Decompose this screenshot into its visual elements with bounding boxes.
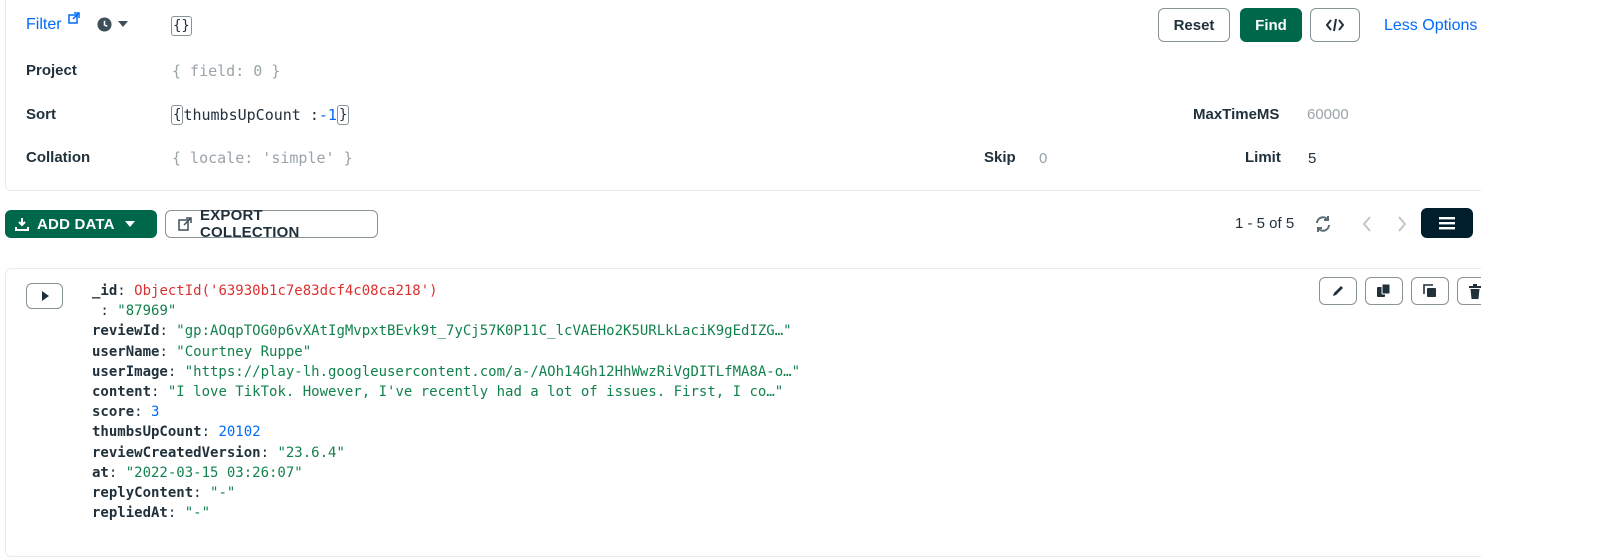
clone-icon bbox=[1423, 284, 1437, 298]
document-field: userName: "Courtney Ruppe" bbox=[92, 343, 312, 360]
refresh-icon[interactable] bbox=[1314, 215, 1332, 233]
copy-document-button[interactable] bbox=[1365, 277, 1403, 305]
maxtimems-input[interactable]: 60000 bbox=[1307, 106, 1349, 123]
export-collection-button[interactable]: EXPORT COLLECTION bbox=[165, 207, 378, 241]
query-history-button[interactable] bbox=[97, 17, 128, 32]
field-value: "-" bbox=[210, 485, 236, 502]
sort-input[interactable]: {thumbsUpCount : -1} bbox=[171, 105, 350, 125]
document-field: replyContent: "-" bbox=[92, 485, 236, 502]
project-label: Project bbox=[26, 62, 77, 79]
list-view-button[interactable] bbox=[1421, 208, 1473, 238]
field-key: content bbox=[92, 384, 152, 401]
field-value: "Courtney Ruppe" bbox=[176, 343, 312, 360]
pagination-text: 1 - 5 of 5 bbox=[1235, 215, 1295, 232]
find-button[interactable]: Find bbox=[1240, 8, 1302, 42]
limit-label: Limit bbox=[1245, 149, 1281, 166]
pencil-icon bbox=[1331, 284, 1345, 298]
trash-icon bbox=[1468, 283, 1482, 299]
external-link-icon[interactable] bbox=[68, 12, 80, 24]
export-icon bbox=[178, 217, 192, 231]
document-field: score: 3 bbox=[92, 404, 160, 421]
chevron-down-icon bbox=[124, 220, 135, 228]
field-key: replyContent bbox=[92, 485, 194, 502]
edit-document-button[interactable] bbox=[1319, 277, 1357, 305]
field-id: _id: ObjectId('63930b1c7e83dcf4c08ca218'… bbox=[92, 283, 438, 299]
add-data-button[interactable]: ADD DATA bbox=[5, 210, 157, 238]
field-value: "87969" bbox=[117, 303, 177, 320]
reset-button[interactable]: Reset bbox=[1158, 8, 1230, 42]
download-icon bbox=[15, 217, 29, 231]
query-code-button[interactable] bbox=[1310, 8, 1360, 42]
field-value: "2022-03-15 03:26:07" bbox=[125, 464, 303, 481]
document-field: reviewCreatedVersion: "23.6.4" bbox=[92, 444, 345, 461]
field-key: reviewId bbox=[92, 323, 160, 340]
less-options-link[interactable]: Less Options bbox=[1384, 17, 1477, 35]
clip-mask bbox=[1481, 0, 1609, 557]
chevron-down-icon bbox=[118, 21, 128, 28]
chevron-left-icon[interactable] bbox=[1361, 216, 1373, 232]
maxtimems-label: MaxTimeMS bbox=[1193, 106, 1280, 123]
document-field: reviewId: "gp:AOqpTOG0p6vXAtIgMvpxtBEvk9… bbox=[92, 323, 792, 340]
document-field: repliedAt: "-" bbox=[92, 505, 211, 522]
clone-document-button[interactable] bbox=[1411, 277, 1449, 305]
document-field: : "87969" bbox=[92, 303, 177, 320]
field-key: thumbsUpCount bbox=[92, 424, 202, 441]
skip-input[interactable]: 0 bbox=[1039, 150, 1047, 167]
document-field: userImage: "https://play-lh.googleuserco… bbox=[92, 363, 801, 380]
document-fields: _id: ObjectId('63930b1c7e83dcf4c08ca218'… bbox=[92, 281, 800, 523]
field-key: userImage bbox=[92, 363, 168, 380]
field-value: 20102 bbox=[218, 424, 261, 441]
field-key: reviewCreatedVersion bbox=[92, 444, 261, 461]
filter-input[interactable]: {} bbox=[171, 16, 192, 36]
field-value: 3 bbox=[151, 404, 160, 421]
filter-label-link[interactable]: Filter bbox=[26, 16, 62, 34]
sort-label: Sort bbox=[26, 106, 56, 123]
collation-label: Collation bbox=[26, 149, 91, 166]
query-options-panel: Filter {} Reset Find Less Options Projec… bbox=[5, 0, 1549, 191]
list-icon bbox=[1439, 216, 1455, 230]
clock-icon bbox=[97, 17, 112, 32]
project-input[interactable]: { field: 0 } bbox=[172, 62, 280, 80]
field-key: score bbox=[92, 404, 135, 421]
copy-icon bbox=[1376, 283, 1392, 299]
skip-label: Skip bbox=[984, 149, 1016, 166]
document-field: thumbsUpCount: 20102 bbox=[92, 424, 261, 441]
field-value: "https://play-lh.googleusercontent.com/a… bbox=[184, 363, 801, 380]
caret-right-icon bbox=[41, 291, 49, 301]
field-key: at bbox=[92, 464, 109, 481]
field-key: userName bbox=[92, 343, 160, 360]
field-value: "23.6.4" bbox=[277, 444, 345, 461]
document-field: at: "2022-03-15 03:26:07" bbox=[92, 464, 303, 481]
field-value: "-" bbox=[184, 505, 211, 522]
field-key: repliedAt bbox=[92, 505, 168, 522]
code-icon bbox=[1326, 18, 1344, 32]
document-card: _id: ObjectId('63930b1c7e83dcf4c08ca218'… bbox=[5, 268, 1549, 557]
chevron-right-icon[interactable] bbox=[1396, 216, 1408, 232]
limit-input[interactable]: 5 bbox=[1308, 150, 1316, 167]
document-field: content: "I love TikTok. However, I've r… bbox=[92, 384, 784, 401]
field-value: "I love TikTok. However, I've recently h… bbox=[167, 384, 784, 401]
expand-document-button[interactable] bbox=[26, 283, 63, 309]
collation-input[interactable]: { locale: 'simple' } bbox=[172, 149, 353, 167]
field-value: "gp:AOqpTOG0p6vXAtIgMvpxtBEvk9t_7yCj57K0… bbox=[176, 323, 792, 340]
